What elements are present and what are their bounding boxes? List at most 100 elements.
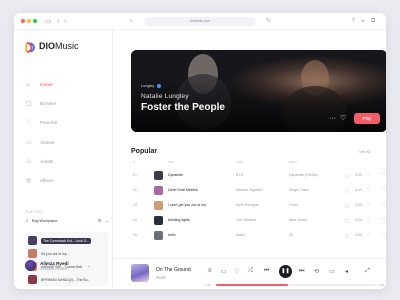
fullscreen-icon[interactable]: ⤢ xyxy=(365,268,370,275)
track-artwork xyxy=(154,201,163,210)
volume-icon[interactable]: ◂ xyxy=(345,268,348,275)
progress-fill xyxy=(216,284,288,286)
track-artwork xyxy=(154,216,163,225)
nav-item-browse[interactable]: ▢ Browse xyxy=(26,101,56,108)
playlist-item[interactable]: BFRIMGN ScHAD(2) – The Bu... xyxy=(28,275,106,284)
playlist-item[interactable]: It's you out of my... xyxy=(28,249,106,258)
refresh-icon[interactable]: ↻ xyxy=(266,16,271,27)
track-album: After Hours xyxy=(289,218,308,222)
more-icon[interactable]: ⋯ xyxy=(380,216,385,222)
album-icon: ◎ xyxy=(26,178,32,184)
heart-icon[interactable]: ♡ xyxy=(340,114,346,122)
playlist-name[interactable]: Ray Workplace xyxy=(32,219,58,223)
playlist-item-title: It's you out of my... xyxy=(41,251,70,256)
browser-window: ▭ ‹ › ◐ dribbble.com ↻ ⇧ + ⧉ DIOMusic ⌂ H… xyxy=(14,13,386,289)
app-logo[interactable]: DIOMusic xyxy=(25,40,79,53)
track-duration: 4:12 xyxy=(355,188,362,192)
table-row[interactable]: 02 Detel Grail Mebbin Mohuto Yagdizin Singl… xyxy=(131,184,386,197)
more-icon[interactable]: ⋯ xyxy=(380,186,385,192)
user-profile[interactable]: Alimza Ryedi Soundtrax Member ⌄ xyxy=(25,260,91,271)
heart-icon[interactable]: ♡ xyxy=(367,217,371,223)
track-duration: 4:55 xyxy=(355,233,362,237)
track-album: Fever xyxy=(289,203,299,207)
track-thumbnail xyxy=(28,236,37,245)
new-tab-icon[interactable]: + xyxy=(361,16,365,27)
comment-icon[interactable]: ▢ xyxy=(345,233,349,238)
nav-item-label: Favorite xyxy=(40,121,58,126)
track-artist: Mohuto Yagdizin xyxy=(236,188,263,192)
add-playlist-icon[interactable]: ⊕ xyxy=(98,218,102,224)
hero-tag: Lungley xyxy=(141,84,162,88)
heart-icon: ♡ xyxy=(26,120,32,126)
next-icon[interactable]: ⏭ xyxy=(299,268,304,275)
track-number: 03 xyxy=(133,203,137,207)
heart-icon[interactable]: ♡ xyxy=(367,187,371,193)
tabs-icon[interactable]: ⧉ xyxy=(371,16,375,27)
nav-item-favorite[interactable]: ♡ Favorite xyxy=(26,120,57,127)
track-thumbnail xyxy=(28,275,37,284)
track-thumbnail xyxy=(28,249,37,258)
previous-icon[interactable]: ⏮ xyxy=(264,268,269,275)
comment-icon[interactable]: ▢ xyxy=(345,173,349,178)
heart-icon[interactable]: ♡ xyxy=(367,202,371,208)
shuffle-icon[interactable]: ⤮ xyxy=(248,268,253,275)
more-icon[interactable]: ⋯ xyxy=(380,171,385,177)
player-bar: On The Ground Rosé ≡ ▭ ♡ ⤮ ⏮ ❚❚ ⏭ ⟲ ▭ ◂ … xyxy=(113,258,386,289)
browser-chrome: ▭ ‹ › ◐ dribbble.com ↻ ⇧ + ⧉ xyxy=(14,13,386,30)
track-title: Detel Grail Mebbin xyxy=(168,188,198,192)
nav-item-home[interactable]: ⌂ Home xyxy=(26,82,53,89)
maximize-dot[interactable] xyxy=(33,19,37,23)
user-name: Alimza Ryedi xyxy=(40,260,69,266)
playlist-item[interactable]: The Comeback Kid – Lindi O... xyxy=(28,236,106,245)
address-bar[interactable]: dribbble.com xyxy=(144,17,256,26)
table-row[interactable]: 01 Dynamite BTS Dynamite (Remix) ▢ 3:39 ♡ ⋯ xyxy=(131,169,386,182)
chevron-down-icon[interactable]: ⌄ xyxy=(87,263,91,269)
close-dot[interactable] xyxy=(21,19,25,23)
track-artist: The Weeknd xyxy=(236,218,257,222)
devices-icon[interactable]: ▭ xyxy=(329,268,335,275)
playlist-section-label: PLAYLIST xyxy=(25,210,44,214)
nav-item-album[interactable]: ◎ Album xyxy=(26,178,54,185)
playlist-item-title: The Comeback Kid – Lindi O... xyxy=(41,237,92,244)
comment-icon[interactable]: ▢ xyxy=(345,188,349,193)
back-icon[interactable]: ‹ xyxy=(57,16,59,27)
more-icon[interactable]: ··· xyxy=(329,115,336,122)
lyrics-icon[interactable]: ▭ xyxy=(221,268,227,275)
sidebar-toggle-icon[interactable]: ▭ xyxy=(45,16,52,27)
queue-icon[interactable]: ≡ xyxy=(208,268,212,274)
pause-button[interactable]: ❚❚ xyxy=(279,265,292,278)
hero-artwork xyxy=(131,50,386,132)
more-icon[interactable]: ⋯ xyxy=(380,231,385,237)
progress-bar[interactable] xyxy=(216,284,376,286)
expand-icon[interactable]: ⌄ xyxy=(105,218,109,224)
repeat-icon[interactable]: ⟲ xyxy=(314,268,319,275)
hero-banner: Lungley Natalie Lungley Foster the Peopl… xyxy=(131,50,386,132)
hero-tag-label: Lungley xyxy=(141,84,155,88)
logo-light-text: Music xyxy=(55,40,79,51)
heart-icon[interactable]: ♡ xyxy=(234,268,239,275)
now-playing-artwork xyxy=(131,264,149,282)
play-button[interactable]: Play xyxy=(354,113,380,124)
more-icon[interactable]: ⋯ xyxy=(380,201,385,207)
minimize-dot[interactable] xyxy=(27,19,31,23)
table-row[interactable]: 04 blinding lights The Weeknd After Hours ▢ 3… xyxy=(131,214,386,227)
table-header: # Title Artist Album xyxy=(131,160,386,167)
nav-item-artists[interactable]: ☺ Artists xyxy=(26,159,53,166)
table-row[interactable]: 05 hello Adele 25 ▢ 4:55 ♡ ⋯ xyxy=(131,229,386,242)
elapsed-time: 1:15 xyxy=(205,283,211,287)
heart-icon[interactable]: ♡ xyxy=(367,172,371,178)
user-subtitle: Soundtrax Member xyxy=(40,266,68,271)
comment-icon[interactable]: ▢ xyxy=(345,218,349,223)
track-title: Dynamite xyxy=(168,173,184,177)
comment-icon[interactable]: ▢ xyxy=(345,203,349,208)
see-all-link[interactable]: See All xyxy=(359,150,370,154)
nav-item-videos[interactable]: ▭ Videos xyxy=(26,140,55,147)
playlist-header: ♫ Ray Workplace ⊕ ⌄ xyxy=(25,218,109,224)
browse-icon: ▢ xyxy=(26,101,32,107)
track-artwork xyxy=(154,186,163,195)
track-title: hello xyxy=(168,233,176,237)
forward-icon[interactable]: › xyxy=(64,16,66,27)
share-icon[interactable]: ⇧ xyxy=(351,16,356,27)
table-row[interactable]: 03 I can't get you out of my Kylie Minogue… xyxy=(131,199,386,212)
heart-icon[interactable]: ♡ xyxy=(367,232,371,238)
